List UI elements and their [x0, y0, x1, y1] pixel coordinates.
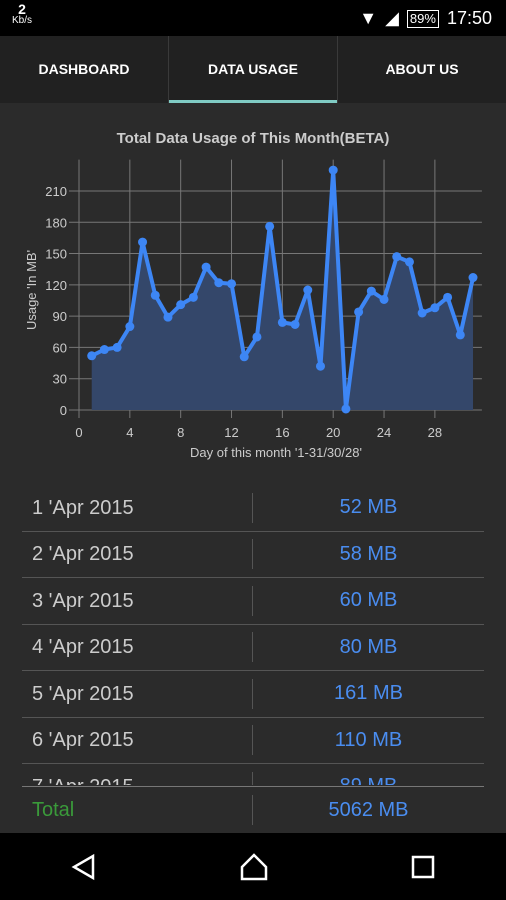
- total-label: Total: [22, 795, 253, 825]
- data-point: [303, 285, 313, 295]
- home-icon[interactable]: [238, 851, 270, 883]
- data-point: [163, 312, 173, 322]
- data-point: [201, 262, 211, 272]
- row-value: 58 MB: [339, 542, 398, 565]
- time: 17:50: [446, 8, 492, 28]
- row-value: 110 MB: [334, 728, 403, 751]
- row-value: 80 MB: [339, 635, 398, 658]
- navigation-bar: [0, 833, 506, 900]
- recents-icon[interactable]: [409, 853, 437, 881]
- row-date: 1 'Apr 2015: [22, 492, 253, 523]
- tab-dashboard[interactable]: DASHBOARD: [0, 36, 168, 103]
- row-date: 7 'Apr 2015: [22, 771, 253, 785]
- tab-about-us[interactable]: ABOUT US: [337, 36, 506, 103]
- list-item[interactable]: 5 'Apr 2015 161 MB: [22, 671, 484, 718]
- list-item[interactable]: 3 'Apr 2015 60 MB: [22, 578, 484, 625]
- list-item[interactable]: 4 'Apr 2015 80 MB: [22, 625, 484, 671]
- data-point: [112, 342, 122, 352]
- usage-list[interactable]: 1 'Apr 2015 52 MB 2 'Apr 2015 58 MB 3 'Apr…: [22, 485, 484, 785]
- data-point: [417, 308, 427, 318]
- tab-bar: DASHBOARD DATA USAGE ABOUT US: [0, 36, 506, 103]
- total-value: 5062 MB: [328, 798, 409, 821]
- y-tick-label: 210: [45, 184, 67, 199]
- data-point: [468, 273, 478, 283]
- network-speed: 2 Kb/s: [12, 1, 33, 27]
- data-point: [239, 352, 249, 362]
- data-point: [87, 351, 97, 361]
- data-point: [125, 322, 135, 332]
- x-tick-label: 8: [177, 425, 184, 440]
- list-item[interactable]: 7 'Apr 201589 MB: [22, 764, 484, 785]
- data-point: [176, 300, 186, 310]
- row-date: 6 'Apr 2015: [22, 725, 253, 756]
- back-icon[interactable]: [69, 852, 99, 882]
- status-bar: 2 Kb/s ▼ ◢ 89% 17:50: [0, 0, 506, 36]
- signal-icon: ◢: [385, 8, 399, 28]
- x-tick-label: 12: [224, 425, 238, 440]
- data-point: [252, 332, 262, 342]
- row-date: 2 'Apr 2015: [22, 539, 253, 570]
- data-point: [290, 319, 300, 329]
- data-point: [354, 307, 364, 317]
- data-point: [455, 330, 465, 340]
- row-value: 89 MB: [253, 775, 484, 785]
- data-point: [227, 279, 237, 289]
- tab-data-usage[interactable]: DATA USAGE: [168, 36, 337, 103]
- x-tick-label: 28: [428, 425, 442, 440]
- row-date: 4 'Apr 2015: [22, 632, 253, 663]
- data-point: [99, 345, 109, 355]
- x-axis-label: Day of this month '1-31/30/28': [190, 445, 362, 460]
- data-point: [341, 404, 351, 414]
- y-tick-label: 0: [60, 403, 67, 418]
- data-point: [392, 252, 402, 262]
- y-tick-label: 150: [45, 247, 67, 262]
- x-tick-label: 16: [275, 425, 289, 440]
- y-tick-label: 60: [53, 340, 67, 355]
- wifi-icon: ▼: [359, 8, 378, 28]
- data-point: [443, 292, 453, 302]
- data-point: [315, 361, 325, 371]
- x-tick-label: 20: [326, 425, 340, 440]
- data-point: [265, 221, 275, 231]
- row-date: 3 'Apr 2015: [22, 585, 253, 616]
- battery-icon: 89%: [406, 9, 439, 28]
- list-item[interactable]: 2 'Apr 2015 58 MB: [22, 532, 484, 578]
- x-tick-label: 24: [377, 425, 391, 440]
- y-tick-label: 90: [53, 309, 67, 324]
- list-item[interactable]: 1 'Apr 2015 52 MB: [22, 485, 484, 532]
- row-value: 52 MB: [339, 496, 398, 519]
- row-date: 5 'Apr 2015: [22, 678, 253, 709]
- y-axis-label: Usage 'In MB': [24, 250, 39, 330]
- data-point: [138, 237, 148, 247]
- data-point: [430, 303, 440, 313]
- data-point: [328, 165, 338, 175]
- usage-chart: Total Data Usage of This Month(BETA) 0 30…: [24, 130, 482, 460]
- speed-unit: Kb/s: [12, 15, 33, 26]
- x-tick-label: 0: [75, 425, 82, 440]
- data-point: [188, 292, 198, 302]
- speed-value: 2: [18, 1, 26, 17]
- y-tick-label: 180: [45, 215, 67, 230]
- list-item[interactable]: 6 'Apr 2015 110 MB: [22, 718, 484, 764]
- data-point: [214, 278, 224, 288]
- chart-title: Total Data Usage of This Month(BETA): [117, 130, 390, 147]
- row-value: 161 MB: [334, 682, 403, 705]
- row-value: 60 MB: [339, 589, 398, 612]
- data-point: [366, 286, 376, 296]
- data-point: [379, 294, 389, 304]
- data-point: [277, 317, 287, 327]
- data-point: [404, 257, 414, 267]
- data-point: [150, 290, 160, 300]
- x-tick-label: 4: [126, 425, 133, 440]
- y-tick-label: 120: [45, 278, 67, 293]
- total-row: Total 5062 MB: [22, 786, 484, 833]
- y-tick-label: 30: [53, 372, 67, 387]
